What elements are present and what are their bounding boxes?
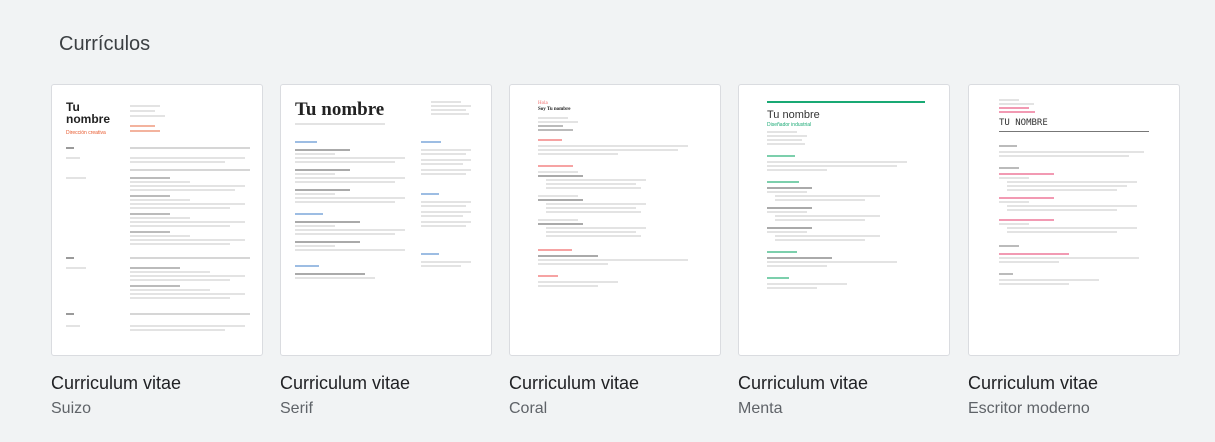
preview-name: Hola	[538, 101, 548, 106]
template-title[interactable]: Curriculum vitae	[509, 373, 721, 394]
template-thumbnail-escritor-moderno[interactable]: TU NOMBRE	[968, 84, 1180, 356]
preview-name: Tu nombre	[295, 99, 385, 120]
template-card-serif[interactable]: Tu nombre Curriculum vitae Serif	[280, 84, 492, 418]
template-subtitle: Serif	[280, 400, 313, 417]
template-title[interactable]: Curriculum vitae	[968, 373, 1180, 394]
template-thumbnail-menta[interactable]: Tu nombre Diseñador industrial	[738, 84, 950, 356]
preview-name: Tu nombre	[66, 100, 111, 126]
template-subtitle: Escritor moderno	[968, 400, 1090, 417]
section-title: Currículos	[59, 33, 151, 55]
template-title[interactable]: Curriculum vitae	[738, 373, 950, 394]
template-card-escritor-moderno[interactable]: TU NOMBRE Curriculum vitae Escritor mode…	[968, 84, 1180, 418]
preview-subtitle: Dirección creativa	[66, 130, 106, 136]
template-card-menta[interactable]: Tu nombre Diseñador industrial Curriculu…	[738, 84, 950, 418]
template-thumbnail-serif[interactable]: Tu nombre	[280, 84, 492, 356]
preview-subname: Soy Tu nombre	[538, 107, 571, 112]
template-title[interactable]: Curriculum vitae	[280, 373, 492, 394]
template-card-coral[interactable]: Hola Soy Tu nombre Curriculum vitae Cora…	[509, 84, 721, 418]
template-subtitle: Coral	[509, 400, 548, 417]
preview-subtitle: Diseñador industrial	[767, 122, 812, 128]
template-title[interactable]: Curriculum vitae	[51, 373, 263, 394]
template-thumbnail-coral[interactable]: Hola Soy Tu nombre	[509, 84, 721, 356]
template-card-suizo[interactable]: Tu nombre Dirección creativa Curriculum …	[51, 84, 263, 418]
preview-name: TU NOMBRE	[999, 118, 1048, 128]
template-thumbnail-suizo[interactable]: Tu nombre Dirección creativa	[51, 84, 263, 356]
preview-name: Tu nombre	[767, 109, 820, 121]
template-subtitle: Menta	[738, 400, 783, 417]
template-subtitle: Suizo	[51, 400, 92, 417]
